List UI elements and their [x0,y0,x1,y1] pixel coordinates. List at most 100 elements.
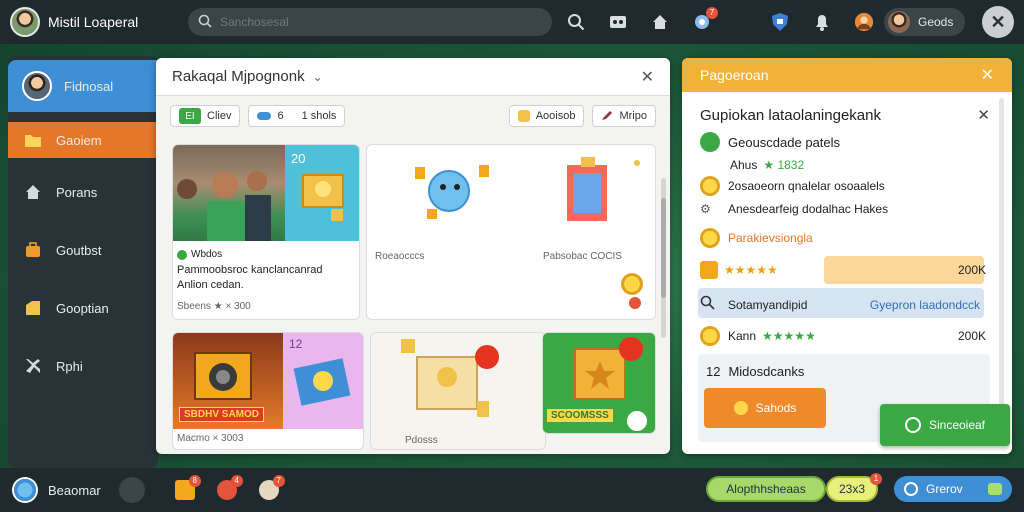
close-icon[interactable]: ✕ [641,67,654,87]
button-label: Sinceoieaf [928,418,986,432]
home-icon[interactable] [650,12,670,32]
close-icon[interactable]: ✕ [981,65,994,85]
filter-button-aooisob[interactable]: Aooisob [508,105,585,127]
details-panel: Pagoeroan ✕ Gupiokan lataolaningekank ✕ … [682,58,1012,454]
home-icon[interactable] [625,409,649,433]
green-pill[interactable]: Alopthhsheaas [706,476,826,502]
bell-icon[interactable] [812,12,832,32]
folder-icon [22,129,44,151]
top-bar: Mistil Loaperal 7 Geods [0,0,1024,44]
card-sub: Sbeens ★ × 300 [177,301,251,312]
chest-icon[interactable]: 7 [258,475,285,500]
filter-button-cliev[interactable]: EI Cliev [170,105,241,127]
search-icon[interactable] [566,12,586,32]
pencil-icon [601,109,613,124]
gamepad-icon [988,483,1002,495]
card-label: Pdosss [405,435,438,446]
sidebar-item-profile[interactable]: Fidnosal [8,60,158,112]
game-card[interactable]: Roeaocccs Pabsobac COCIS [366,144,656,320]
game-card[interactable]: Pdosss [370,332,546,450]
detail-link[interactable]: Gyepron laadondcck [870,298,980,312]
card-tag: Wbdos [191,249,223,260]
home-icon [22,181,44,203]
coin-icon [733,401,748,415]
scrollbar[interactable] [999,98,1004,438]
rating-value: ★ 1832 [763,158,805,172]
blue-pill[interactable]: Grerov [894,476,1012,502]
bottom-bar: Beaomar 8 4 7 Alopthhsheaas 23x3 1 Grero… [0,468,1024,512]
count-pill[interactable]: 23x3 1 [826,473,882,502]
game-card[interactable]: SBDHV SAMOD 12 Macmo × 3003 [172,332,364,450]
game-card[interactable]: SCOOMSSS [542,332,656,434]
globe-icon [12,477,38,503]
toggle-icon [257,112,272,120]
refresh-icon [904,482,918,496]
sidebar-item-label: Rphi [56,358,83,374]
chat-icon[interactable]: 7 [692,7,718,32]
rating-stars: ★★★★★ [762,329,816,343]
notification-badge: 1 [870,473,882,485]
card-label: Pabsobac COCIS [543,251,622,262]
main-title: Rakaqal Mjpognonk [172,68,305,85]
gift-icon[interactable]: 8 [174,475,201,500]
pill-label: Alopthhsheaas [726,482,806,496]
star-box-icon [574,337,643,400]
coin-icon [700,228,720,248]
card-sub: Macmo × 3003 [177,433,244,444]
detail-row: Ahus ★ 1832 [700,158,804,172]
filter-label: Cliev [207,110,232,122]
game-card[interactable]: 20 Wbdos Pammoobsroc kanclancanrad Anlio… [172,144,360,320]
bottom-profile[interactable]: Beaomar [12,477,101,503]
detail-row: Geouscdade patels [700,132,840,152]
sidebar-avatar [22,71,52,101]
detail-row: Parakievsiongla [700,228,813,248]
box-illustration [401,339,499,417]
sidebar-item-porans[interactable]: Porans [8,168,158,216]
sidebar-item-label: Goutbst [56,242,102,258]
card-art-left: SBDHV SAMOD [173,333,283,429]
profile-chip[interactable]: Geods [884,8,966,36]
search-input[interactable] [220,15,520,29]
scrollbar-thumb[interactable] [661,198,666,298]
shield-icon[interactable] [770,12,790,32]
sidebar-item-gooptian[interactable]: Gooptian [8,284,158,332]
gamepad-icon[interactable] [608,12,628,32]
details-title-row: Gupiokan lataolaningekank ✕ [700,106,990,125]
detail-text: Anesdearfeig dodalhac Hakes [728,202,889,216]
details-header-title: Pagoeroan [700,67,769,83]
notification-badge: 4 [230,475,243,487]
sinceoieaf-button[interactable]: Sinceoieaf [880,404,1010,446]
user-avatar[interactable] [10,7,40,37]
sahods-button[interactable]: Sahods [704,388,826,428]
search-icon [700,295,720,314]
chevron-down-icon[interactable]: ⌄ [313,70,323,84]
avatar-icon[interactable] [854,12,874,32]
shield-icon [904,417,921,433]
game-art [415,157,640,221]
compass-icon[interactable] [118,477,145,503]
card-badge: 12 [289,337,303,351]
filter-label: Mripo [619,110,647,122]
filter-button-shols[interactable]: 6 1 shols [248,105,346,127]
search-bar[interactable] [188,8,552,36]
card-art: 20 [285,145,359,241]
close-icon[interactable]: ✕ [982,6,1014,38]
card-photo [173,145,285,241]
fire-icon[interactable]: 4 [216,475,243,500]
filter-button-mripo[interactable]: Mripo [592,105,656,127]
filter-prefix: 6 [277,110,284,122]
scrollbar[interactable] [661,178,666,338]
coin-icon [621,273,643,295]
details-header: Pagoeroan ✕ [682,58,1012,92]
button-label: Sahods [755,401,797,415]
achievement-count: 12 [706,364,721,379]
bottom-label: Beaomar [48,482,101,498]
main-header: Rakaqal Mjpognonk ⌄ ✕ [156,58,670,96]
sidebar-item-gaoiem[interactable]: Gaoiem [8,122,158,158]
card-banner: SCOOMSSS [547,409,613,422]
detail-row: ⚙ Anesdearfeig dodalhac Hakes [700,202,888,216]
filter-label: Aooisob [535,110,576,122]
sidebar-item-rphi[interactable]: Rphi [8,342,158,390]
close-icon[interactable]: ✕ [977,106,990,124]
sidebar-item-goutbst[interactable]: Goutbst [8,226,158,274]
